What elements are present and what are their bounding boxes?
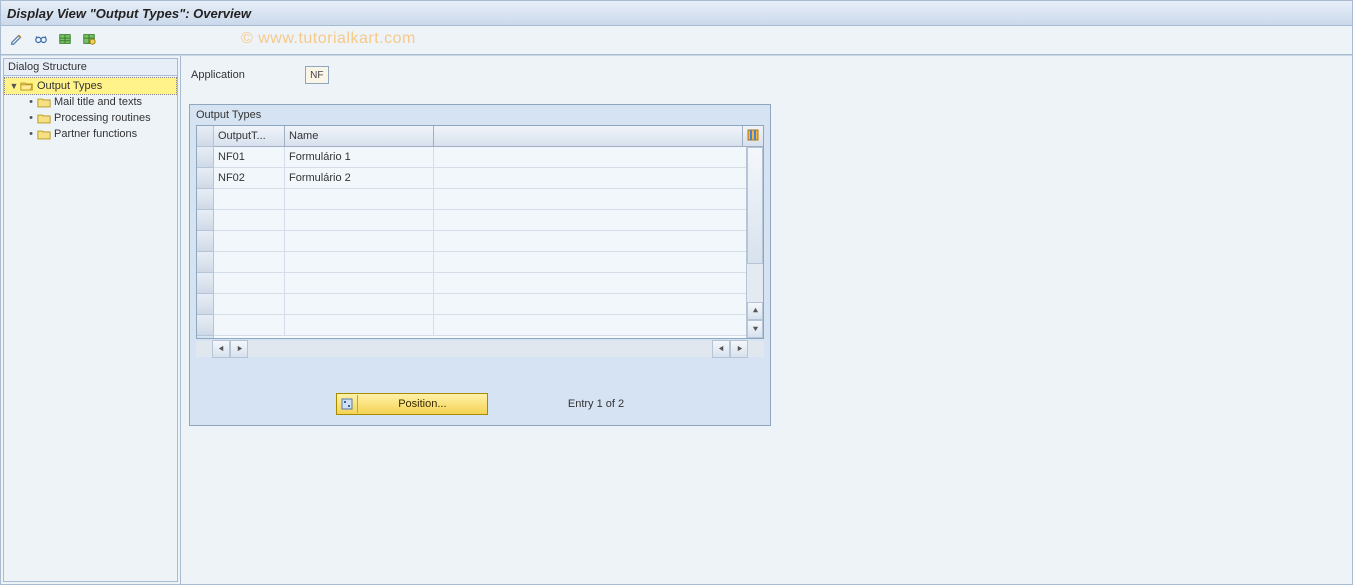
row-selector[interactable] (197, 231, 213, 252)
table-row (214, 315, 763, 336)
triangle-right-icon (236, 343, 243, 355)
tree-item-processing-routines[interactable]: • Processing routines (4, 110, 177, 126)
change-button[interactable] (7, 30, 27, 50)
triangle-down-icon (752, 323, 759, 335)
row-selector[interactable] (197, 273, 213, 294)
scroll-down-button[interactable] (747, 320, 763, 338)
cell-blank (434, 147, 763, 167)
table-row (214, 189, 763, 210)
scroll-thumb[interactable] (747, 147, 763, 264)
content-pane: Application NF Output Types (181, 56, 1352, 584)
select-all-cell[interactable] (197, 126, 213, 147)
bullet-icon: • (26, 112, 36, 124)
scroll-left-button[interactable] (212, 340, 230, 358)
table-button[interactable] (55, 30, 75, 50)
table-settings-button[interactable] (742, 126, 763, 146)
row-selector[interactable] (197, 168, 213, 189)
table-row (214, 210, 763, 231)
grid-data: OutputT... Name NF01 Formulári (214, 126, 763, 338)
tree-item-output-types[interactable]: ▼ Output Types (4, 77, 177, 95)
scroll-left2-button[interactable] (712, 340, 730, 358)
scroll-right-button[interactable] (230, 340, 248, 358)
column-header-name[interactable]: Name (285, 126, 434, 146)
table-row (214, 294, 763, 315)
triangle-right-icon (736, 343, 743, 355)
column-header-output[interactable]: OutputT... (214, 126, 285, 146)
grid-header-row: OutputT... Name (214, 126, 763, 147)
horizontal-scrollbar[interactable] (196, 341, 764, 357)
bullet-icon: • (26, 96, 36, 108)
folder-icon (36, 95, 52, 109)
table-row[interactable]: NF01 Formulário 1 (214, 147, 763, 168)
row-selector[interactable] (197, 147, 213, 168)
cell-output[interactable]: NF02 (214, 168, 285, 188)
grid-rows: NF01 Formulário 1 NF02 Formulário 2 (214, 147, 763, 338)
cell-output[interactable]: NF01 (214, 147, 285, 167)
tree-item-label: Output Types (37, 80, 102, 92)
tree-item-partner-functions[interactable]: • Partner functions (4, 126, 177, 142)
row-selector[interactable] (197, 294, 213, 315)
tree-item-label: Partner functions (54, 128, 137, 140)
table-row (214, 231, 763, 252)
row-selector[interactable] (197, 315, 213, 336)
tree-item-label: Mail title and texts (54, 96, 142, 108)
triangle-up-icon (752, 305, 759, 317)
table-icon (58, 32, 72, 49)
cell-name[interactable]: Formulário 2 (285, 168, 434, 188)
display-button[interactable] (31, 30, 51, 50)
triangle-left-icon (718, 343, 725, 355)
grid-config-icon (747, 129, 759, 144)
scroll-right2-button[interactable] (730, 340, 748, 358)
tree-item-label: Processing routines (54, 112, 151, 124)
dialog-structure-pane: Dialog Structure ▼ Output Types • Mail t… (1, 56, 181, 584)
row-selector[interactable] (197, 252, 213, 273)
app-window: Display View "Output Types": Overview © … (0, 0, 1353, 585)
page-title: Display View "Output Types": Overview (7, 6, 251, 21)
position-button-label: Position... (358, 398, 487, 410)
table-row[interactable]: NF02 Formulário 2 (214, 168, 763, 189)
tree-item-mail-title[interactable]: • Mail title and texts (4, 94, 177, 110)
application-field-row: Application NF (191, 66, 1352, 84)
folder-icon (36, 127, 52, 141)
triangle-left-icon (218, 343, 225, 355)
scroll-track (747, 264, 763, 302)
table-row (214, 273, 763, 294)
glasses-icon (34, 32, 48, 49)
watermark: © www.tutorialkart.com (241, 30, 416, 48)
application-label: Application (191, 69, 245, 81)
cell-blank (434, 168, 763, 188)
entry-counter: Entry 1 of 2 (568, 398, 624, 410)
application-value[interactable]: NF (305, 66, 329, 84)
tree-header: Dialog Structure (3, 58, 178, 76)
row-selector-column (197, 126, 214, 338)
folder-icon (36, 111, 52, 125)
scroll-up-button[interactable] (747, 302, 763, 320)
tree-body: ▼ Output Types • Mail title and texts • (3, 76, 178, 582)
position-button[interactable]: Position... (336, 393, 488, 415)
bullet-icon: • (26, 128, 36, 140)
row-selector[interactable] (197, 189, 213, 210)
pencil-icon (10, 32, 24, 49)
tree-toggle-icon[interactable]: ▼ (9, 81, 19, 91)
title-bar: Display View "Output Types": Overview (1, 1, 1352, 26)
table-row (214, 252, 763, 273)
folder-open-icon (19, 79, 35, 93)
table-settings-button[interactable] (79, 30, 99, 50)
output-types-grid: OutputT... Name NF01 Formulári (196, 125, 764, 339)
cell-name[interactable]: Formulário 1 (285, 147, 434, 167)
toolbar: © www.tutorialkart.com (1, 26, 1352, 55)
row-selector[interactable] (197, 210, 213, 231)
table-settings-icon (82, 32, 96, 49)
panel-title: Output Types (190, 105, 770, 125)
vertical-scrollbar[interactable] (746, 147, 763, 338)
panel-footer: Position... Entry 1 of 2 (190, 393, 770, 415)
output-types-panel: Output Types (189, 104, 771, 426)
main-area: Dialog Structure ▼ Output Types • Mail t… (1, 55, 1352, 584)
position-icon (337, 395, 358, 413)
